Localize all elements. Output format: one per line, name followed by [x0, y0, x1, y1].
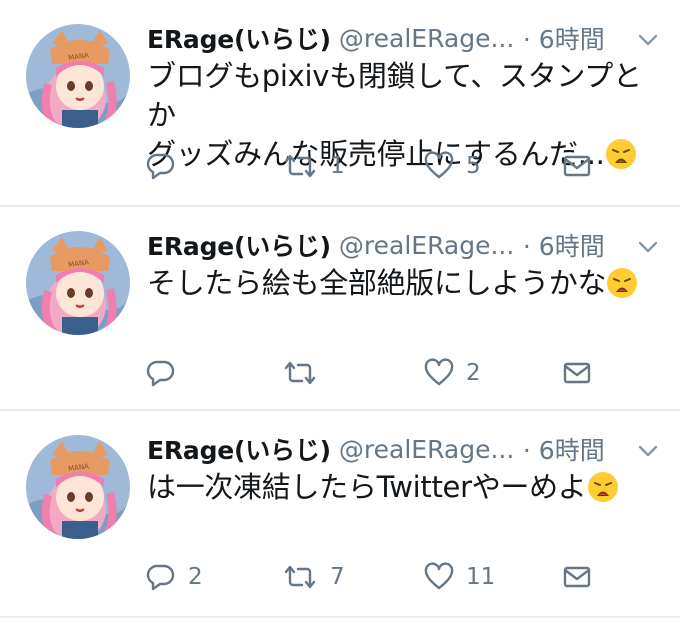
avatar[interactable]: MANA	[26, 231, 130, 335]
reply-icon	[146, 564, 175, 591]
direct-message-icon	[563, 362, 591, 384]
like-button[interactable]: 5	[424, 146, 481, 186]
direct-message-icon	[563, 155, 591, 177]
retweet-count: 1	[330, 153, 345, 179]
timestamp[interactable]: · 6時間	[523, 227, 605, 263]
retweet-icon	[284, 154, 316, 178]
reply-button[interactable]	[146, 353, 188, 393]
direct-message-button[interactable]	[562, 557, 592, 597]
reply-button[interactable]	[146, 146, 188, 186]
reply-icon	[146, 153, 175, 180]
user-handle[interactable]: @realERage...	[339, 435, 517, 464]
divider	[0, 616, 680, 618]
retweet-icon	[284, 361, 316, 385]
direct-message-button[interactable]	[562, 353, 592, 393]
avatar[interactable]: MANA	[26, 435, 130, 539]
tweet-text: そしたら絵も全部絶版にしようかな	[147, 264, 647, 303]
timestamp[interactable]: · 6時間	[523, 20, 605, 56]
retweet-button[interactable]: 7	[282, 557, 345, 597]
retweet-button[interactable]: 1	[282, 146, 345, 186]
like-count: 2	[466, 360, 481, 386]
tweet[interactable]: MANA ERage(いらじ) @realERage... · 6時間 は一次凍…	[0, 411, 680, 616]
like-count: 11	[466, 564, 496, 590]
retweet-button[interactable]	[282, 353, 330, 393]
tweet-text-line: は一次凍結したらTwitterやーめよ	[147, 470, 587, 504]
user-handle[interactable]: @realERage...	[339, 24, 517, 53]
weary-face-emoji	[607, 268, 638, 298]
retweet-icon	[284, 565, 316, 589]
tweet-actions: 1 5	[0, 146, 680, 186]
like-icon	[424, 151, 454, 179]
chevron-down-icon[interactable]	[636, 441, 660, 461]
reply-count: 2	[188, 564, 203, 590]
reply-button[interactable]: 2	[146, 557, 203, 597]
direct-message-button[interactable]	[562, 146, 592, 186]
display-name[interactable]: ERage(いらじ)	[147, 431, 331, 467]
like-count: 5	[466, 153, 481, 179]
display-name[interactable]: ERage(いらじ)	[147, 20, 331, 56]
weary-face-emoji	[587, 472, 618, 502]
tweet-text: は一次凍結したらTwitterやーめよ	[147, 468, 647, 507]
tweet-actions: 2 7 11	[0, 557, 680, 597]
like-button[interactable]: 11	[424, 557, 495, 597]
retweet-count: 7	[330, 564, 345, 590]
user-handle[interactable]: @realERage...	[339, 231, 517, 260]
chevron-down-icon[interactable]	[636, 237, 660, 257]
chevron-down-icon[interactable]	[636, 30, 660, 50]
tweet-text-line: ブログもpixivも閉鎖して、スタンプとか	[147, 59, 642, 132]
like-icon	[424, 358, 454, 386]
tweet[interactable]: MANA ERage(いらじ) @realERage... · 6時間 そしたら…	[0, 207, 680, 410]
reply-icon	[146, 360, 175, 387]
display-name[interactable]: ERage(いらじ)	[147, 227, 331, 263]
tweet-actions: 2	[0, 353, 680, 393]
timestamp[interactable]: · 6時間	[523, 431, 605, 467]
direct-message-icon	[563, 566, 591, 588]
like-icon	[424, 562, 454, 590]
tweet[interactable]: MANA ERage(いらじ) @realERage... · 6時間 ブログも…	[0, 0, 680, 206]
like-button[interactable]: 2	[424, 353, 481, 393]
avatar[interactable]: MANA	[26, 24, 130, 128]
tweet-text-line: そしたら絵も全部絶版にしようかな	[147, 266, 607, 300]
